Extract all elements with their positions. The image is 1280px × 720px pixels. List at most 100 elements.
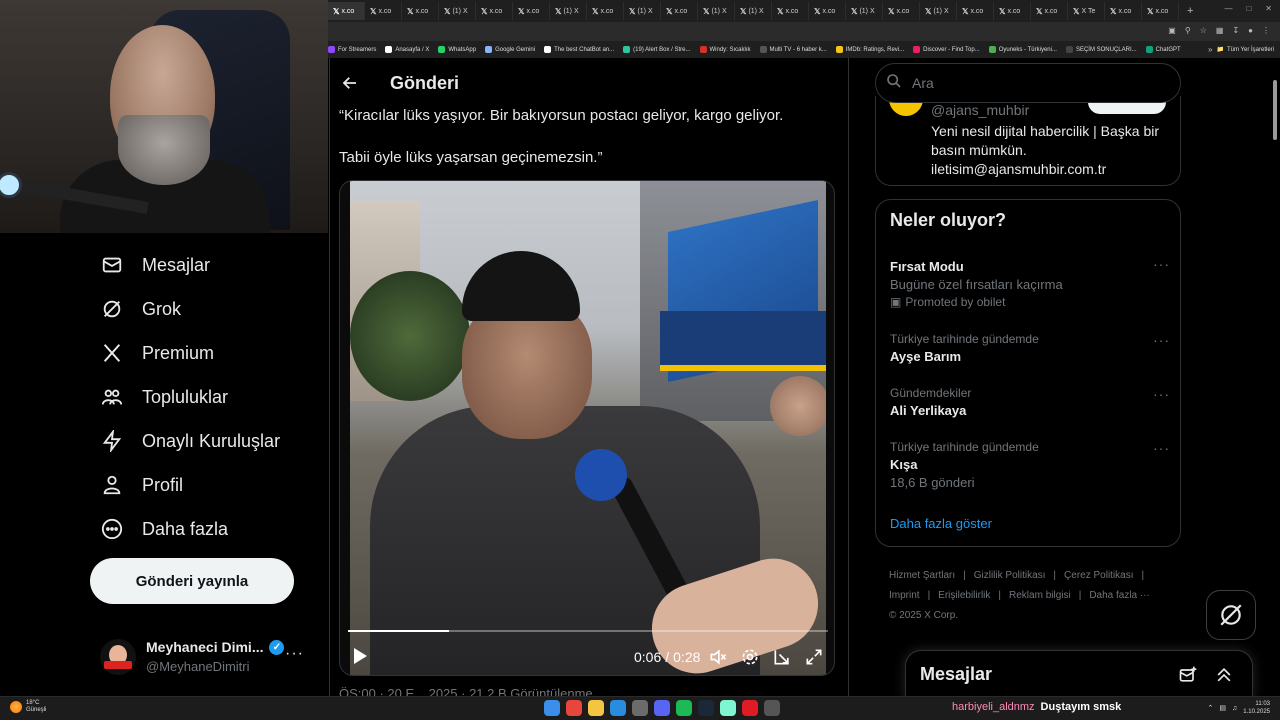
footer-link[interactable]: Gizlilik Politikası [974,566,1046,586]
footer-link[interactable]: Hizmet Şartları [889,566,955,586]
browser-tab[interactable]: 𝕏X Te [1068,2,1105,20]
chrome-icon[interactable] [566,700,582,716]
bookmark-item[interactable]: The best ChatBot an... [544,46,614,53]
bookmark-item[interactable]: Google Gemini [485,46,535,53]
bookmark-item[interactable]: ChatGPT [1145,46,1181,53]
browser-tab[interactable]: 𝕏x.co [513,2,550,20]
nav-item-communities[interactable]: Topluluklar [100,382,228,412]
menu-icon[interactable]: ⋮ [1262,26,1270,35]
nav-item-grok[interactable]: Grok [100,294,181,324]
browser-tab[interactable]: 𝕏 (1) X [550,2,587,20]
browser-tab[interactable]: 𝕏x.co [328,2,365,20]
browser-tab[interactable]: 𝕏x.co [476,2,513,20]
bookmark-item[interactable]: For Streamers [328,46,376,53]
bookmark-item[interactable]: Oyuneks - Türkiyeni... [988,46,1057,53]
show-more-link[interactable]: Daha fazla göster [890,516,992,531]
bookmark-item[interactable]: Multi TV - 6 haber k... [759,46,827,53]
footer-link[interactable]: Erişilebilirlik [938,586,990,606]
opera-icon[interactable] [742,700,758,716]
browser-tab[interactable]: 𝕏x.co [365,2,402,20]
bookmark-item[interactable]: SEÇİM SONUÇLARI... [1065,46,1137,53]
trend-more-icon[interactable]: ··· [1153,386,1170,402]
streamlabs-icon[interactable] [720,700,736,716]
browser-tab[interactable]: 𝕏 (1) X [735,2,772,20]
network-icon[interactable]: ▤ [1219,704,1226,712]
video-player[interactable]: 0:06 / 0:28 [339,180,835,676]
weather-widget[interactable]: 18°C Güneşli [10,700,46,714]
settings-gear-icon[interactable] [740,647,760,672]
browser-tab[interactable]: 𝕏x.co [1105,2,1142,20]
discord-icon[interactable] [654,700,670,716]
trend-more-icon[interactable]: ··· [1153,256,1170,272]
browser-tab[interactable]: 𝕏 (1) X [698,2,735,20]
volume-icon[interactable] [708,647,728,672]
browser-tab[interactable]: 𝕏x.co [661,2,698,20]
downloads-icon[interactable]: ↧ [1232,26,1239,35]
trend-item[interactable]: Türkiye tarihinde gündemde Ayşe Barım ··… [890,332,1170,364]
browser-tab[interactable]: 𝕏x.co [957,2,994,20]
video-progress-bar[interactable] [348,630,828,632]
nav-item-more[interactable]: Daha fazla [100,514,228,544]
trend-more-icon[interactable]: ··· [1153,440,1170,456]
footer-link[interactable]: Daha fazla ··· [1089,586,1150,606]
account-switcher[interactable]: Meyhaneci Dimi... ✓ @MeyhaneDimitri ··· [100,633,310,679]
browser-tab[interactable]: 𝕏x.co [1031,2,1068,20]
browser-tab[interactable]: 𝕏x.co [1142,2,1179,20]
grok-floating-button[interactable] [1206,590,1256,640]
explorer-icon[interactable] [588,700,604,716]
bookmarks-overflow-icon[interactable]: » [1208,45,1212,54]
browser-tab[interactable]: 𝕏 (1) X [920,2,957,20]
profile-card[interactable]: @ajans_muhbir Yeni nesil dijital haberci… [875,96,1181,186]
trend-item[interactable]: Gündemdekiler Ali Yerlikaya ··· [890,386,1170,418]
trend-more-icon[interactable]: ··· [1153,332,1170,348]
browser-tab[interactable]: 𝕏x.co [587,2,624,20]
new-message-icon[interactable] [1178,665,1198,690]
obs-icon[interactable] [632,700,648,716]
bookmark-item[interactable]: (19) Alert Box / Stre... [623,46,691,53]
fullscreen-icon[interactable] [804,647,824,672]
browser-tab[interactable]: 𝕏x.co [772,2,809,20]
zoom-icon[interactable]: ⚲ [1185,26,1191,35]
nav-item-messages[interactable]: Mesajlar [100,250,210,280]
bookmark-item[interactable]: Discover - Find Top... [913,46,980,53]
bookmark-item[interactable]: WhatsApp [438,46,476,53]
nav-item-profile[interactable]: Profil [100,470,183,500]
browser-tab[interactable]: 𝕏x.co [994,2,1031,20]
minimize-icon[interactable]: — [1224,4,1232,13]
post-button[interactable]: Gönderi yayınla [90,558,294,604]
back-arrow-icon[interactable] [332,65,368,101]
scrollbar-thumb[interactable] [1273,80,1277,140]
browser-tab[interactable]: 𝕏 (1) X [439,2,476,20]
clock[interactable]: 11:03 1.10.2025 [1243,700,1270,716]
expand-chevron-icon[interactable] [1214,665,1234,690]
footer-link[interactable]: Reklam bilgisi [1009,586,1071,606]
footer-link[interactable]: Imprint [889,586,920,606]
browser-tab[interactable]: 𝕏x.co [402,2,439,20]
spotify-icon[interactable] [676,700,692,716]
browser-tab[interactable]: 𝕏 (1) X [624,2,661,20]
all-bookmarks[interactable]: 📁 Tüm Yer İşaretleri [1216,46,1274,54]
extensions-icon[interactable]: ▦ [1216,26,1224,35]
bookmark-item[interactable]: Windy: Sıcaklık [699,46,751,53]
bookmark-star-icon[interactable]: ☆ [1200,26,1207,35]
cast-icon[interactable]: ▣ [1168,26,1176,35]
browser-tab[interactable]: 𝕏 (1) X [846,2,883,20]
windows-start-icon[interactable] [544,700,560,716]
browser-tab[interactable]: 𝕏x.co [809,2,846,20]
search-input[interactable] [912,75,1152,91]
trend-item[interactable]: Türkiye tarihinde gündemde Kışa 18,6 B g… [890,440,1170,490]
nav-item-premium[interactable]: Premium [100,338,214,368]
new-tab-button[interactable]: + [1179,5,1201,17]
maximize-icon[interactable]: □ [1246,4,1251,13]
browser-tab[interactable]: 𝕏x.co [883,2,920,20]
address-bar[interactable]: ▣ ⚲ ☆ ▦ ↧ ● ⋮ [328,22,1280,41]
messages-drawer[interactable]: Mesajlar [905,650,1253,700]
footer-link[interactable]: Çerez Politikası [1064,566,1133,586]
edge-icon[interactable] [610,700,626,716]
tray-chevron-icon[interactable]: ⌃ [1208,704,1214,712]
steam-icon[interactable] [698,700,714,716]
play-icon[interactable] [352,647,368,670]
account-more-icon[interactable]: ··· [285,645,304,663]
page-scrollbar[interactable] [1272,62,1278,696]
volume-icon[interactable]: ♫ [1232,705,1237,712]
